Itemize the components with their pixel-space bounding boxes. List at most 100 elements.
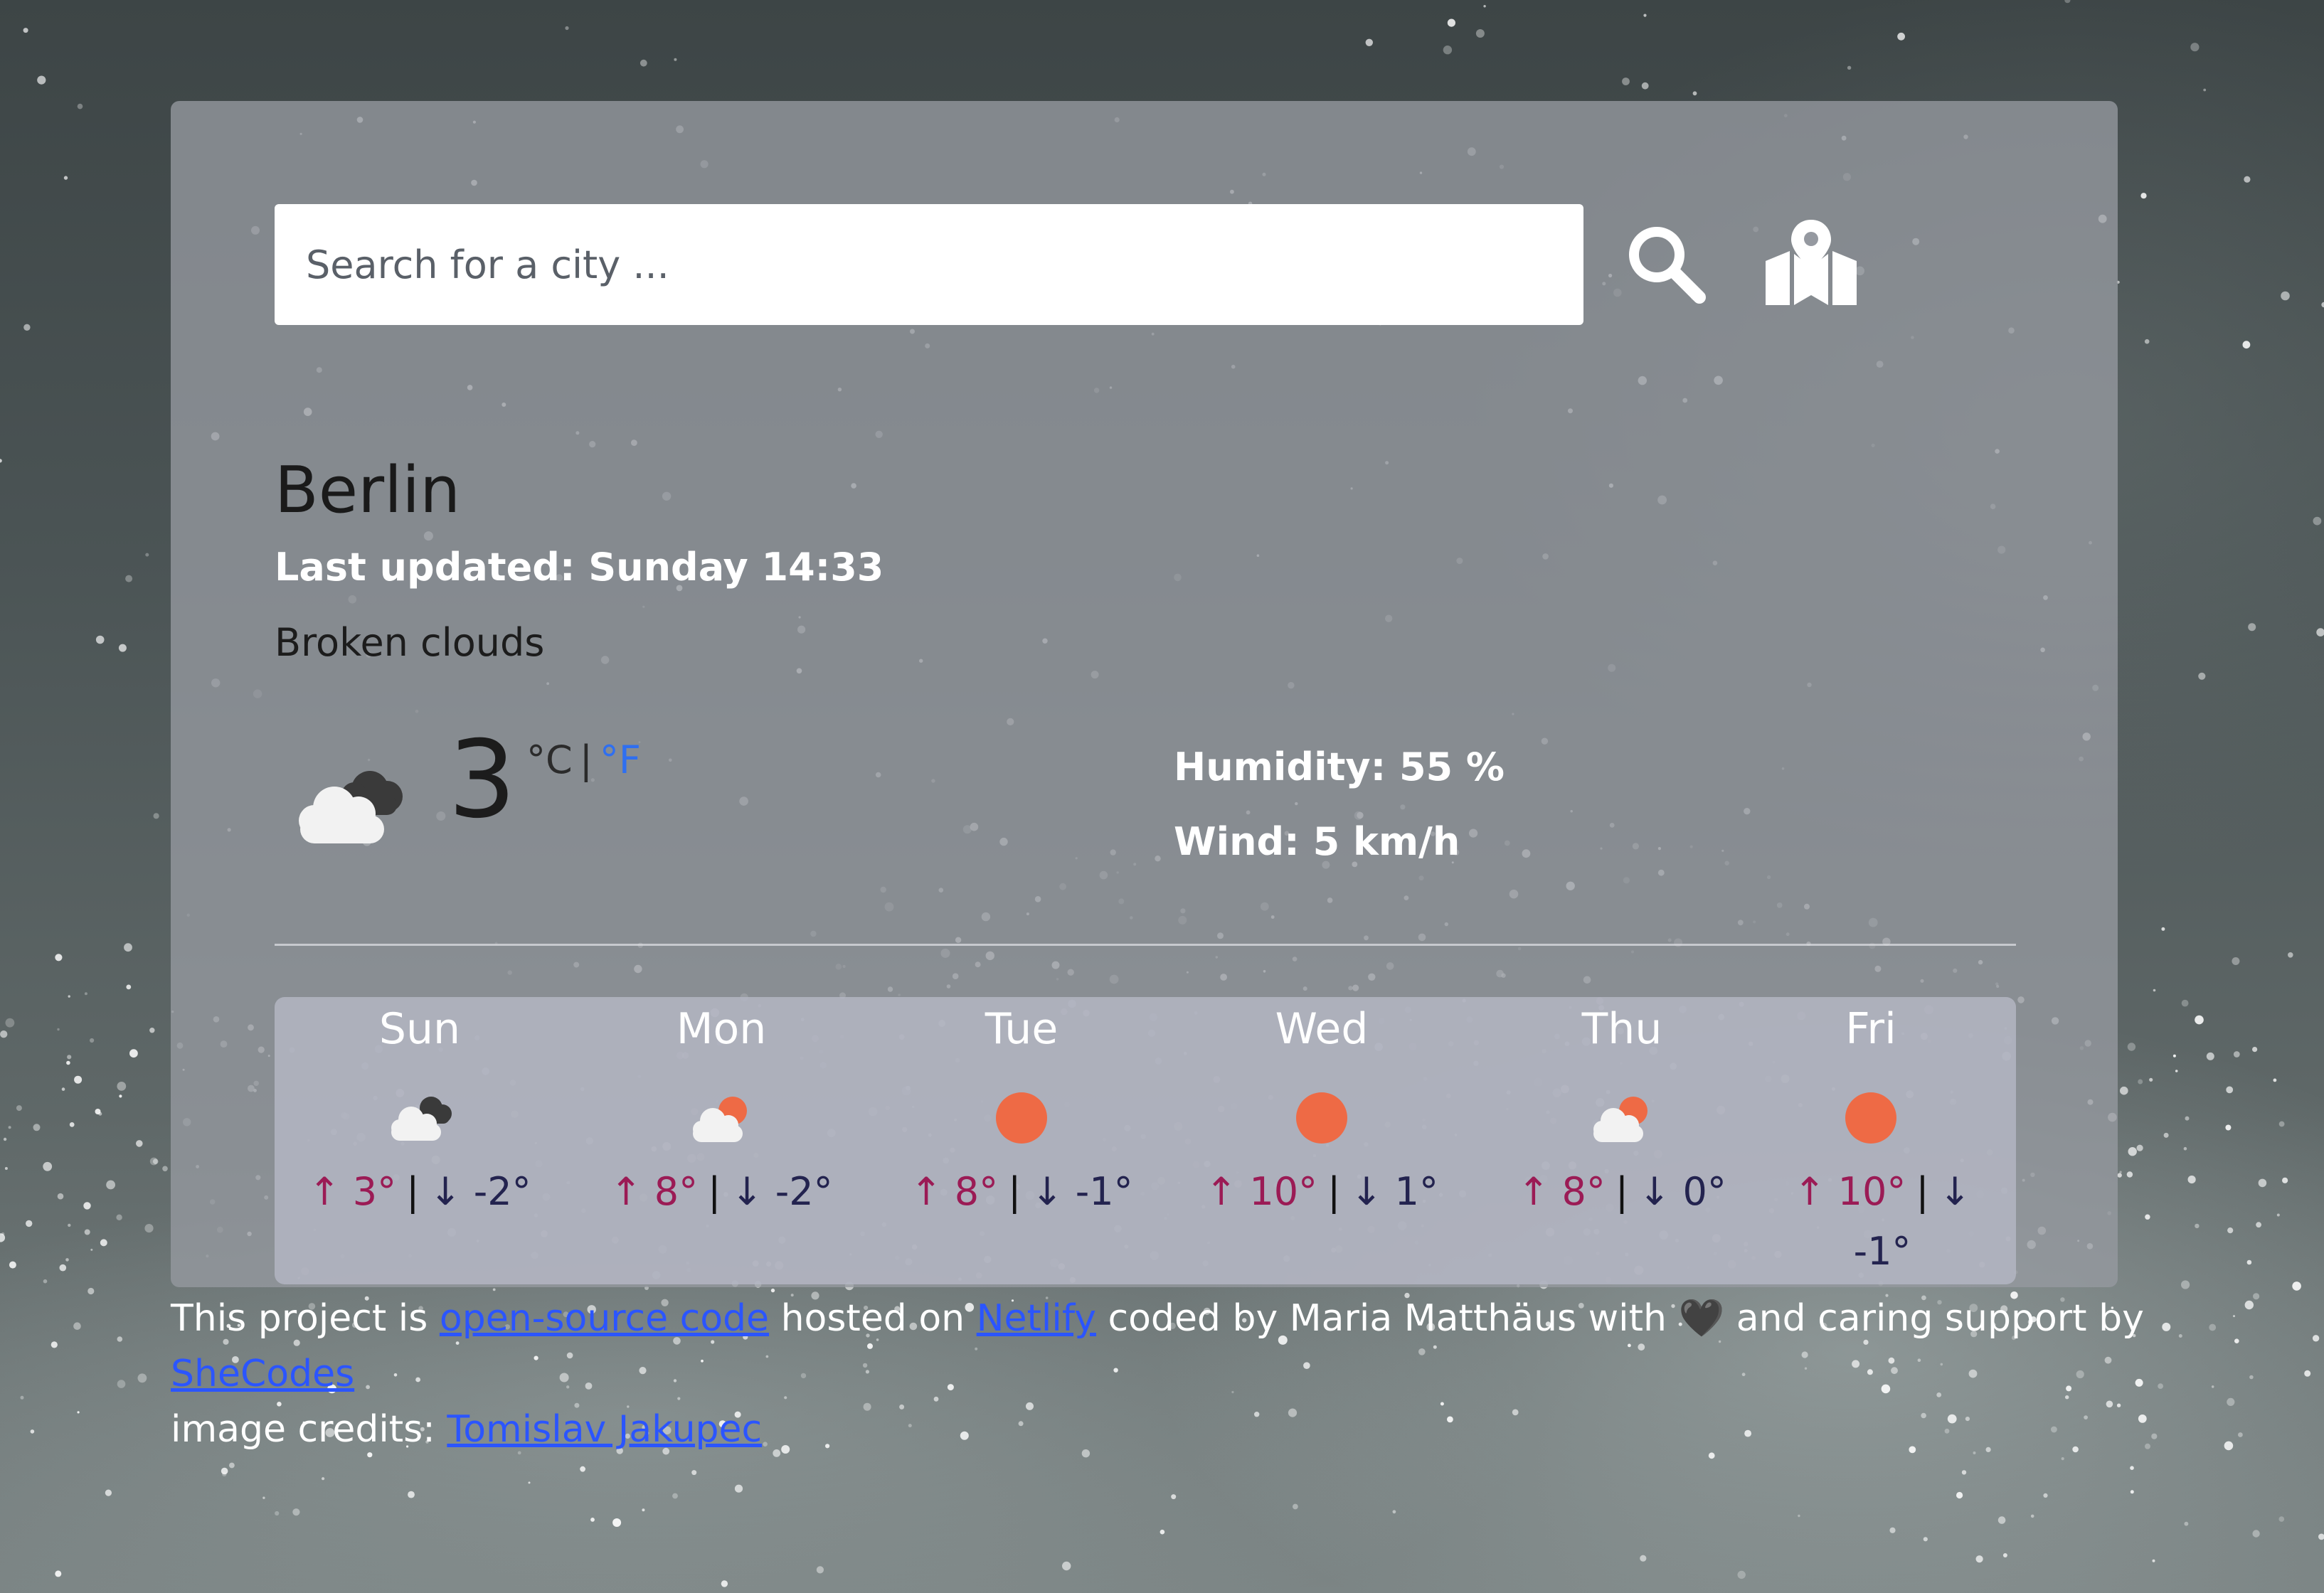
sparkle <box>2281 291 2290 301</box>
sparkle <box>84 1229 90 1235</box>
forecast-day: Tue ↑ 8° | ↓ -1° <box>876 997 1167 1284</box>
sparkle <box>2246 1259 2252 1265</box>
sparkle <box>2248 623 2256 632</box>
sparkle <box>580 1466 585 1472</box>
image-credits-link[interactable]: Tomislav Jakupec <box>447 1408 762 1451</box>
clear-sun-icon <box>1845 1092 1896 1144</box>
sparkle <box>1897 32 1906 41</box>
sparkle <box>2184 1521 2189 1526</box>
sparkle <box>149 1157 158 1166</box>
sparkle <box>43 1161 53 1171</box>
source-code-link[interactable]: open-source code <box>440 1297 769 1340</box>
sparkle <box>565 26 569 31</box>
sparkle <box>262 1496 265 1499</box>
clear-sun-icon <box>1296 1092 1347 1144</box>
forecast-day-name: Mon <box>676 1004 767 1054</box>
sparkle <box>2198 672 2206 680</box>
forecast-separator: | <box>1615 1169 1629 1214</box>
forecast-temps: ↑ 10° | ↓ 1° <box>1177 1162 1467 1222</box>
sparkle <box>2282 1177 2288 1183</box>
sparkle <box>16 1105 22 1112</box>
sparkle <box>67 1055 72 1060</box>
forecast-day: Thu ↑ 8° | ↓ 0° <box>1477 997 1767 1284</box>
sparkle <box>1392 1510 1396 1514</box>
forecast-day-name: Fri <box>1845 1004 1896 1054</box>
forecast-day-name: Wed <box>1275 1004 1369 1054</box>
sparkle <box>129 1049 138 1058</box>
sparkle <box>2195 1015 2204 1025</box>
sparkle <box>816 1566 824 1574</box>
forecast-separator: | <box>1916 1169 1929 1214</box>
forecast-day-name: Thu <box>1581 1004 1662 1054</box>
sparkle <box>2145 1214 2150 1220</box>
forecast-high: ↑ 10° <box>1204 1169 1318 1214</box>
forecast-high: ↑ 8° <box>610 1169 699 1214</box>
sparkle <box>1889 1527 1896 1533</box>
sparkle <box>2181 1280 2190 1289</box>
current-location-button[interactable] <box>1758 210 1864 316</box>
forecast-low: ↓ 1° <box>1350 1169 1439 1214</box>
forecast-temps: ↑ 3° | ↓ -2° <box>275 1162 565 1222</box>
few-clouds-sun-icon <box>693 1097 747 1142</box>
forecast-high: ↑ 10° <box>1793 1169 1906 1214</box>
sparkle <box>153 813 159 819</box>
sparkle <box>2126 1171 2133 1178</box>
sparkle <box>105 1489 112 1496</box>
sparkle <box>2181 999 2189 1007</box>
forecast-day-name: Tue <box>985 1004 1058 1054</box>
sparkle <box>90 1248 93 1251</box>
sparkle <box>2318 1533 2324 1540</box>
sparkle <box>1640 1555 1647 1562</box>
sparkle <box>2190 43 2200 52</box>
search-button[interactable] <box>1612 210 1719 316</box>
sparkle <box>57 1193 64 1200</box>
sparkle <box>2233 1051 2240 1057</box>
sparkle <box>100 1239 107 1247</box>
forecast-day: Sun ↑ 3° | ↓ -2° <box>275 997 565 1284</box>
sparkle <box>23 28 28 33</box>
sparkle <box>2161 927 2165 931</box>
sparkle <box>2130 1490 2134 1494</box>
footer-text: This project is <box>171 1297 428 1340</box>
sparkle <box>63 176 68 180</box>
sparkle <box>322 1477 325 1481</box>
forecast-separator: | <box>1327 1169 1341 1214</box>
sparkle <box>77 1411 80 1414</box>
sparkle <box>1062 1561 1071 1571</box>
sparkle <box>2120 1086 2128 1095</box>
sparkle <box>2225 1124 2232 1131</box>
sparkle <box>1643 14 1647 17</box>
forecast-temps: ↑ 8° | ↓ -2° <box>576 1162 866 1222</box>
search-icon <box>1629 227 1706 304</box>
sparkle <box>83 1202 91 1210</box>
fahrenheit-link[interactable]: °F <box>600 737 641 782</box>
sparkle <box>2227 1227 2234 1234</box>
footer-text: and caring support by <box>1736 1297 2144 1340</box>
sparkle <box>43 1279 48 1284</box>
footer-text: hosted on <box>780 1297 965 1340</box>
sparkle <box>2258 1178 2267 1188</box>
sparkle <box>1365 38 1374 46</box>
forecast-low: ↓ -1° <box>1031 1169 1133 1214</box>
sparkle <box>2232 957 2240 965</box>
sparkle <box>2136 1144 2143 1151</box>
sparkle <box>1443 45 1453 55</box>
sparkle <box>528 1481 531 1484</box>
celsius-link[interactable]: °C <box>526 737 573 782</box>
sparkle <box>145 553 149 557</box>
netlify-link[interactable]: Netlify <box>977 1297 1096 1340</box>
sparkle <box>2256 1222 2262 1228</box>
sparkle <box>734 1484 743 1493</box>
sparkle <box>137 1373 147 1383</box>
search-input[interactable] <box>275 204 1583 325</box>
sparkle <box>2130 1466 2134 1470</box>
sparkle <box>2175 1070 2178 1072</box>
sparkle <box>1475 29 1485 38</box>
sparkle <box>20 1395 24 1400</box>
sparkle <box>2292 1282 2301 1291</box>
shecodes-link[interactable]: SheCodes <box>171 1353 354 1395</box>
footer: This project is open-source code hosted … <box>171 1291 2234 1457</box>
broken-clouds-icon <box>391 1097 452 1141</box>
forecast-separator: | <box>406 1169 420 1214</box>
sparkle <box>229 1462 235 1469</box>
